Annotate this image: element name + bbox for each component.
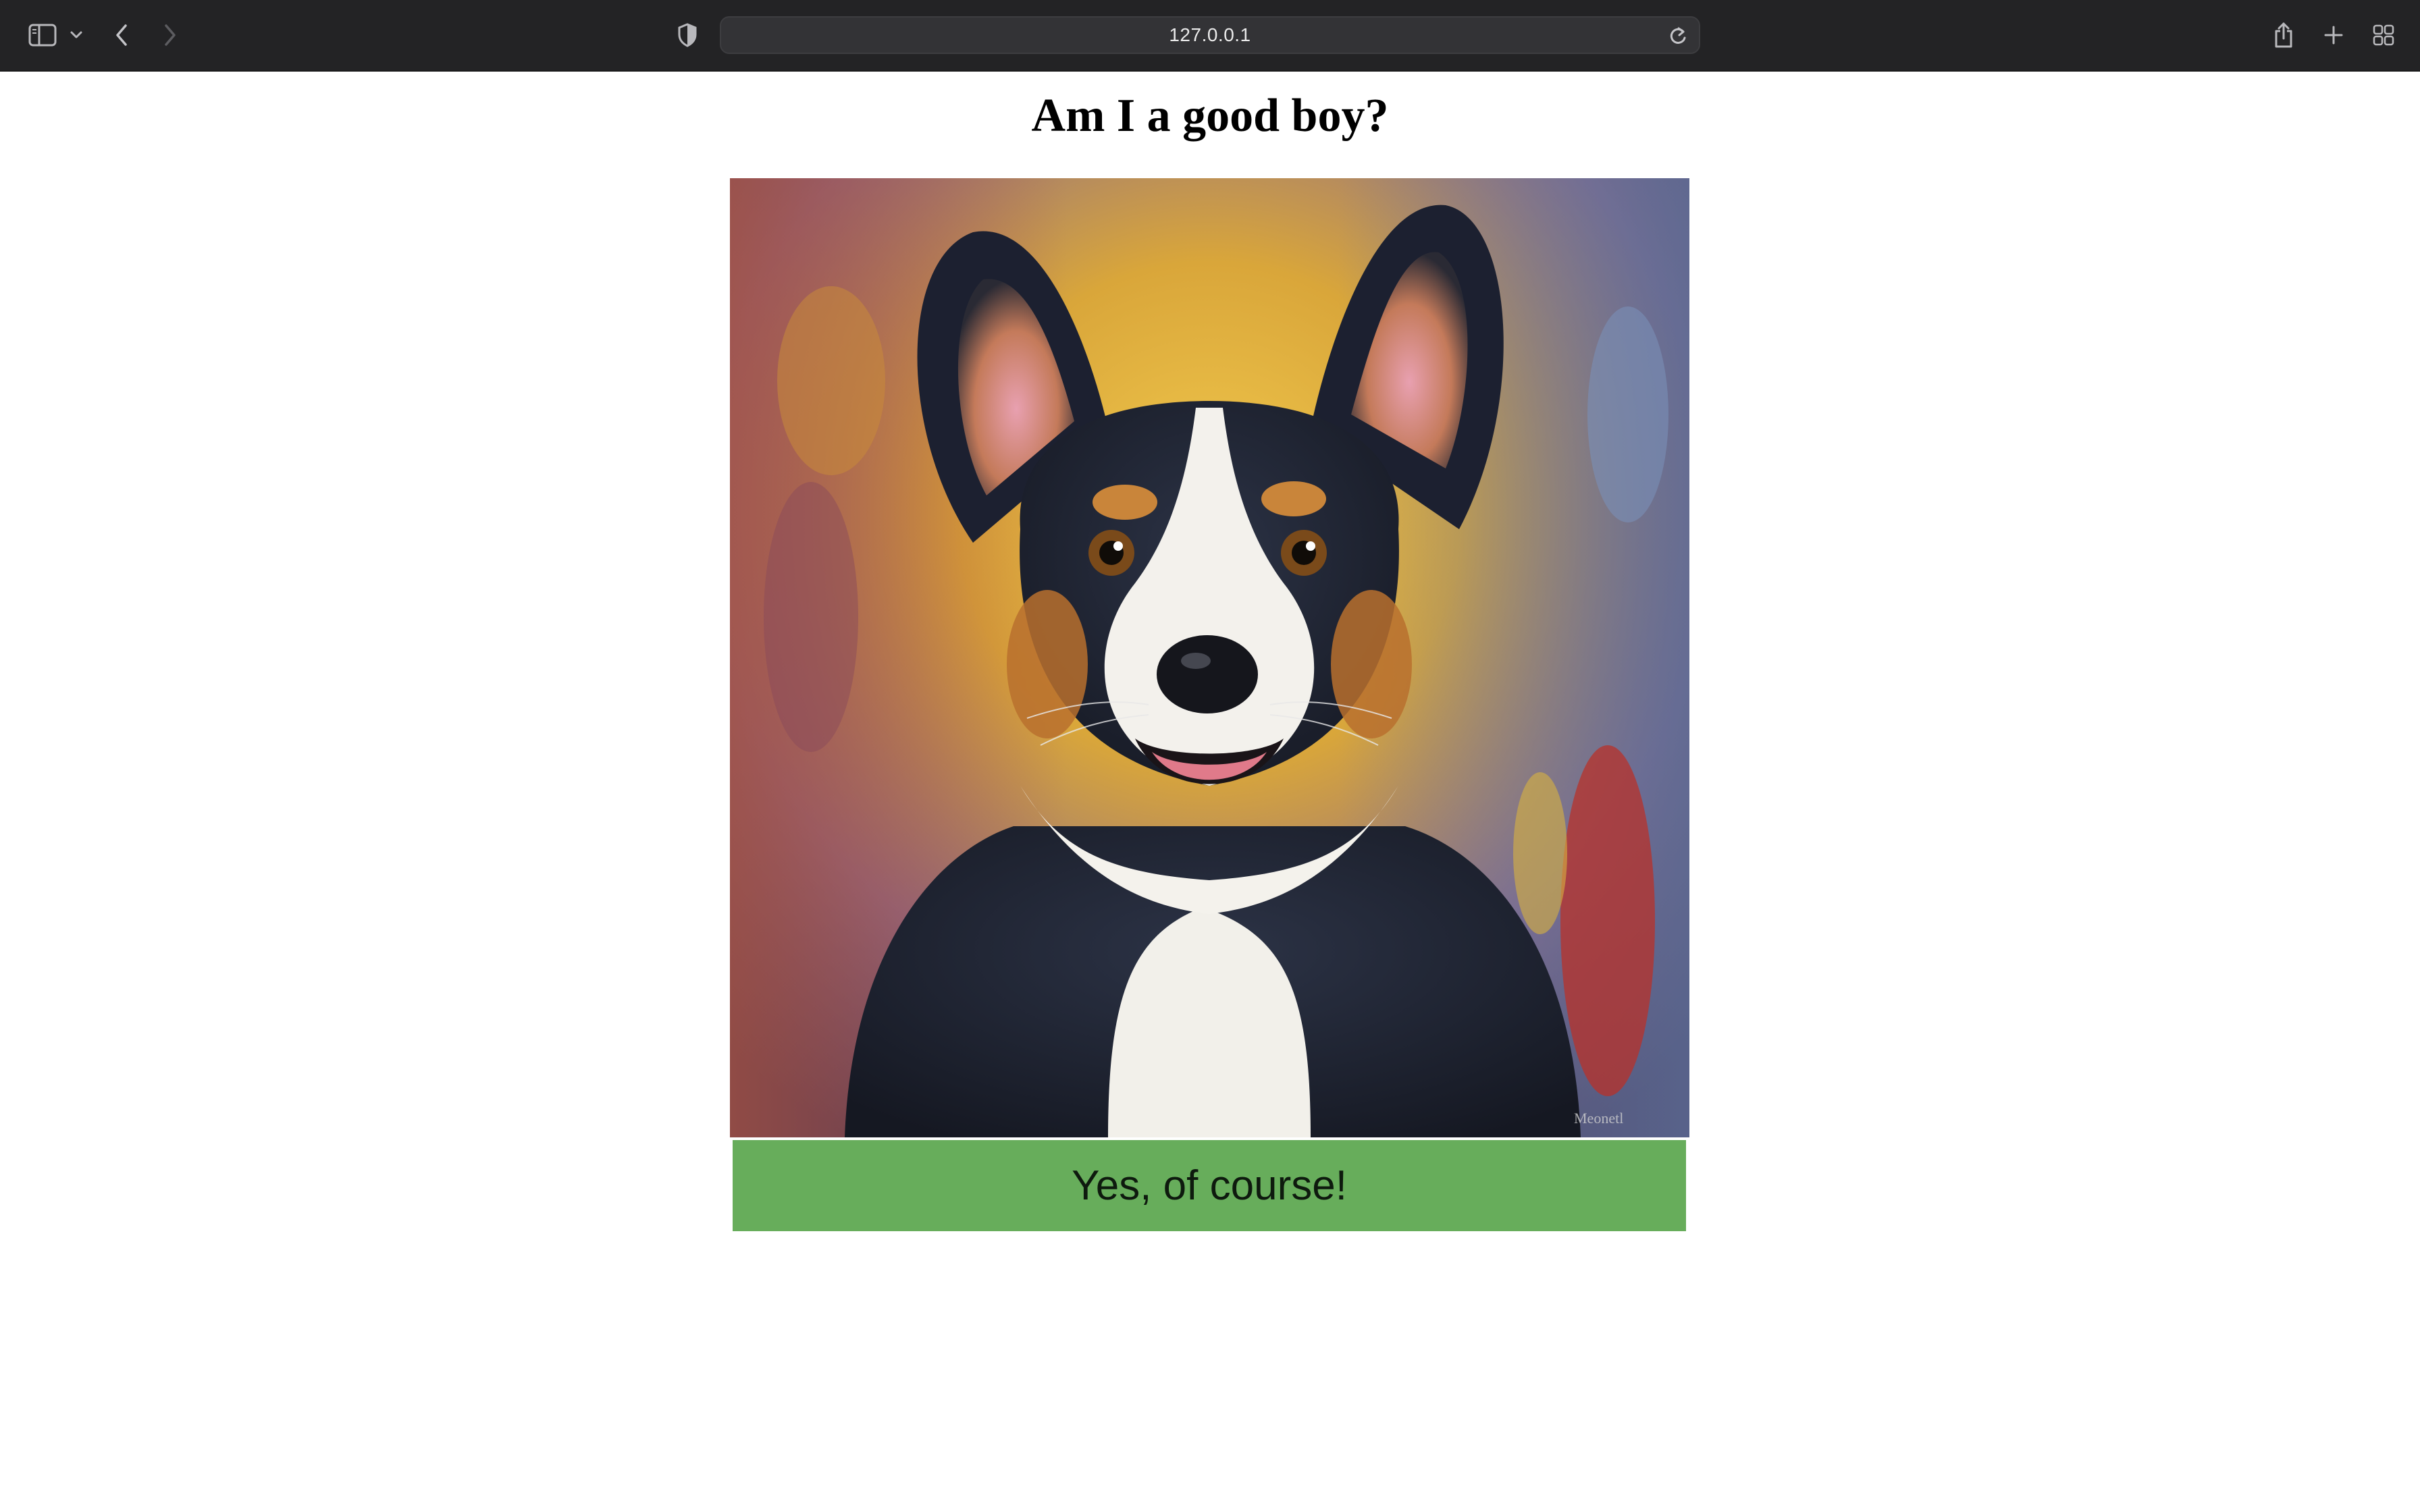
- forward-arrow-icon[interactable]: [157, 15, 184, 55]
- dog-portrait-image: Meonetl: [730, 178, 1689, 1137]
- plus-icon[interactable]: [2320, 15, 2347, 55]
- back-arrow-icon[interactable]: [108, 15, 135, 55]
- share-icon[interactable]: [2270, 15, 2297, 55]
- shield-icon[interactable]: [674, 15, 701, 55]
- chevron-down-icon[interactable]: [66, 15, 86, 55]
- sidebar-icon[interactable]: [26, 15, 59, 55]
- yes-of-course-button[interactable]: Yes, of course!: [733, 1140, 1686, 1231]
- tab-grid-icon[interactable]: [2370, 15, 2397, 55]
- watermark-signature: Meonetl: [1574, 1110, 1623, 1127]
- url-text[interactable]: 127.0.0.1: [721, 18, 1699, 53]
- browser-toolbar: 127.0.0.1: [0, 0, 2420, 72]
- reload-icon[interactable]: [1666, 25, 1689, 48]
- page-title: Am I a good boy?: [1031, 90, 1389, 142]
- address-bar[interactable]: 127.0.0.1: [720, 16, 1700, 54]
